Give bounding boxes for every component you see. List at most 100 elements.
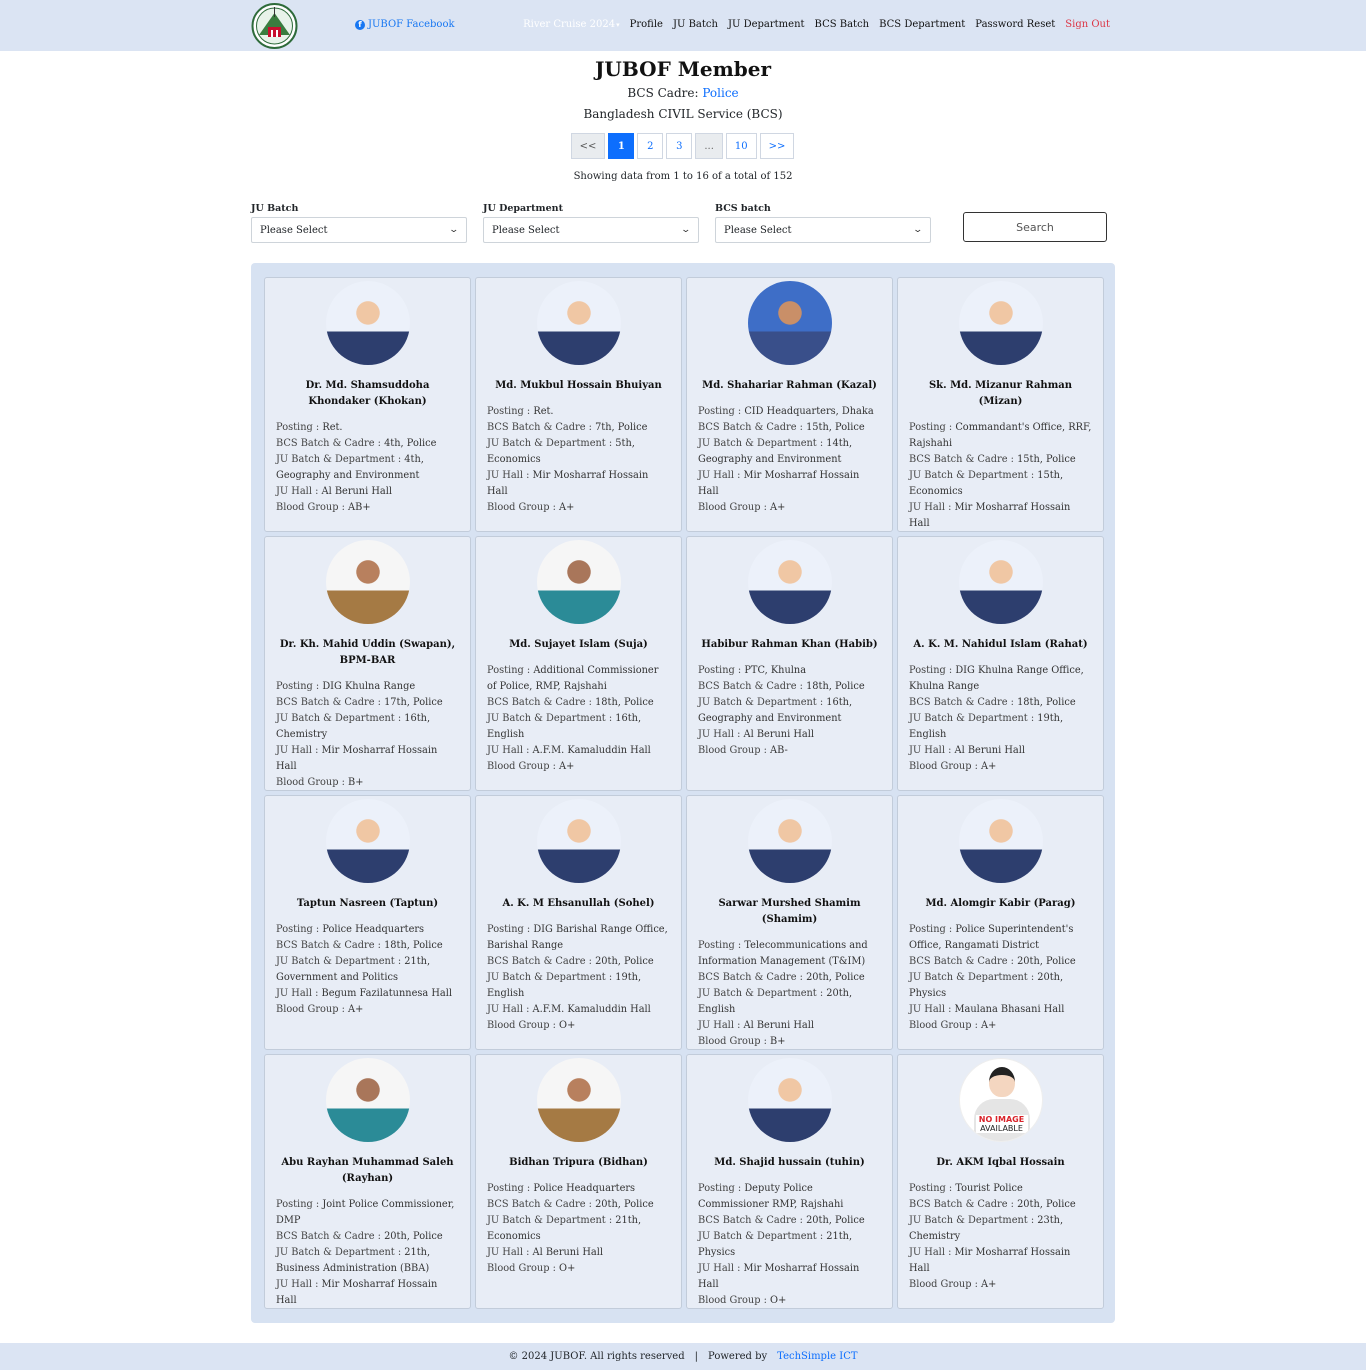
member-details: Posting : Telecommunications and Informa… <box>698 938 881 1049</box>
footer-powered-link[interactable]: TechSimple ICT <box>777 1351 857 1362</box>
nav-ju-batch[interactable]: JU Batch <box>673 19 718 30</box>
ju-batch-select[interactable]: Please Select ⌄ <box>251 217 467 243</box>
ju-department-select-value: Please Select <box>492 224 560 236</box>
pagination-page-1[interactable]: 1 <box>608 133 635 159</box>
nav-river-cruise-label: River Cruise 2024 <box>523 19 616 30</box>
facebook-link[interactable]: f JUBOF Facebook <box>355 19 455 30</box>
member-field-posting: Posting : Tourist Police <box>909 1181 1092 1197</box>
nav-password-reset[interactable]: Password Reset <box>975 19 1055 30</box>
field-label: JU Batch & Department : <box>276 956 402 967</box>
nav-sign-out[interactable]: Sign Out <box>1065 19 1110 30</box>
member-field-ju: JU Batch & Department : 16th, Geography … <box>698 695 881 727</box>
field-label: JU Batch & Department : <box>276 1247 402 1258</box>
bcs-batch-select[interactable]: Please Select ⌄ <box>715 217 931 243</box>
field-value: Ret. <box>533 406 554 417</box>
member-name: Sk. Md. Mizanur Rahman (Mizan) <box>928 380 1073 407</box>
member-details: Posting : Tourist Police BCS Batch & Cadr… <box>909 1181 1092 1293</box>
member-field-hall: JU Hall : Begum Fazilatunnesa Hall <box>276 986 459 1002</box>
member-details: Posting : DIG Barishal Range Office, Bar… <box>487 922 670 1034</box>
nav-ju-department[interactable]: JU Department <box>728 19 805 30</box>
field-label: BCS Batch & Cadre : <box>487 956 592 967</box>
pagination-next[interactable]: >> <box>759 133 795 159</box>
member-card: Dr. Md. Shamsuddoha Khondaker (Khokan) Po… <box>264 277 471 532</box>
no-image-line2: AVAILABLE <box>980 1124 1023 1133</box>
nav-bcs-department[interactable]: BCS Department <box>879 19 965 30</box>
member-field-ju: JU Batch & Department : 21th, Physics <box>698 1229 881 1261</box>
member-card: Md. Alomgir Kabir (Parag) Posting : Polic… <box>897 795 1104 1050</box>
field-label: Blood Group : <box>909 1020 978 1031</box>
member-field-blood: Blood Group : AB+ <box>276 500 459 516</box>
pagination-page-3[interactable]: 3 <box>666 133 693 159</box>
member-photo <box>536 799 621 883</box>
service-name: Bangladesh CIVIL Service (BCS) <box>583 107 783 121</box>
pagination-page-10[interactable]: 10 <box>725 133 757 159</box>
field-label: JU Batch & Department : <box>909 713 1035 724</box>
field-value: 18th, Police <box>1017 697 1076 708</box>
member-details: Posting : Deputy Police Commissioner RMP… <box>698 1181 881 1308</box>
field-value: A.F.M. Kamaluddin Hall <box>532 1004 651 1015</box>
field-value: Maulana Bhasani Hall <box>954 1004 1065 1015</box>
field-label: JU Batch & Department : <box>698 1231 824 1242</box>
search-button[interactable]: Search <box>963 212 1107 242</box>
field-value: Al Beruni Hall <box>954 745 1026 756</box>
member-field-posting: Posting : Police Headquarters <box>487 1181 670 1197</box>
field-label: Posting : <box>487 924 531 935</box>
member-field-ju: JU Batch & Department : 20th, Physics <box>909 970 1092 1002</box>
footer-powered-prefix: Powered by <box>708 1351 768 1362</box>
field-label: Blood Group : <box>487 502 556 513</box>
field-value: O+ <box>559 1263 576 1274</box>
field-value: B+ <box>770 1036 786 1047</box>
member-field-bcs: BCS Batch & Cadre : 15th, Police <box>698 420 881 436</box>
member-photo <box>958 281 1043 365</box>
field-value: 20th, Police <box>595 1199 654 1210</box>
member-photo <box>747 281 832 365</box>
field-label: JU Hall : <box>276 988 319 999</box>
field-value: Tourist Police <box>955 1183 1023 1194</box>
member-field-posting: Posting : Ret. <box>487 404 670 420</box>
member-field-blood: Blood Group : B+ <box>276 775 459 790</box>
member-name: Taptun Nasreen (Taptun) <box>296 898 439 909</box>
chevron-down-icon: ⌄ <box>680 225 692 235</box>
member-card: Md. Shajid hussain (tuhin) Posting : Depu… <box>686 1054 893 1309</box>
member-card: Dr. Kh. Mahid Uddin (Swapan), BPM-BAR Pos… <box>264 536 471 791</box>
cadre-link[interactable]: Police <box>702 86 738 100</box>
member-field-ju: JU Batch & Department : 20th, English <box>698 986 881 1018</box>
member-name: Habibur Rahman Khan (Habib) <box>701 639 878 650</box>
pagination-prev[interactable]: << <box>570 133 606 159</box>
member-photo <box>747 1058 832 1142</box>
field-label: Posting : <box>698 1183 742 1194</box>
footer-separator: | <box>694 1351 699 1362</box>
member-field-bcs: BCS Batch & Cadre : 20th, Police <box>698 1213 881 1229</box>
page-title: JUBOF Member <box>594 57 772 81</box>
field-label: JU Hall : <box>487 470 530 481</box>
field-value: O+ <box>559 1020 576 1031</box>
field-label: Posting : <box>698 665 742 676</box>
field-value: Begum Fazilatunnesa Hall <box>321 988 453 999</box>
member-field-posting: Posting : CID Headquarters, Dhaka <box>698 404 881 420</box>
field-label: BCS Batch & Cadre : <box>487 697 592 708</box>
nav-bcs-batch[interactable]: BCS Batch <box>815 19 870 30</box>
member-field-ju: JU Batch & Department : 21th, Business A… <box>276 1245 459 1277</box>
ju-department-select[interactable]: Please Select ⌄ <box>483 217 699 243</box>
member-field-bcs: BCS Batch & Cadre : 18th, Police <box>276 938 459 954</box>
member-field-blood: Blood Group : AB- <box>698 743 881 759</box>
member-field-posting: Posting : Police Superintendent's Office… <box>909 922 1092 954</box>
member-details: Posting : Commandant's Office, RRF, Rajs… <box>909 420 1092 531</box>
cadre-prefix: BCS Cadre: <box>627 86 699 100</box>
member-field-bcs: BCS Batch & Cadre : 18th, Police <box>698 679 881 695</box>
jubof-logo[interactable] <box>251 3 298 49</box>
nav-river-cruise-dropdown[interactable]: River Cruise 2024▾ <box>523 19 620 30</box>
member-name: Md. Sujayet Islam (Suja) <box>509 639 648 650</box>
member-field-hall: JU Hall : Mir Mosharraf Hossain Hall <box>487 468 670 500</box>
member-field-bcs: BCS Batch & Cadre : 20th, Police <box>909 954 1092 970</box>
pagination-page-2[interactable]: 2 <box>637 133 664 159</box>
field-label: Blood Group : <box>698 1295 767 1306</box>
field-label: Blood Group : <box>698 1036 767 1047</box>
member-photo <box>747 799 832 883</box>
field-label: JU Hall : <box>276 745 319 756</box>
field-label: JU Hall : <box>698 729 741 740</box>
member-field-blood: Blood Group : A+ <box>276 1002 459 1018</box>
field-label: Blood Group : <box>487 1263 556 1274</box>
member-card: A. K. M Ehsanullah (Sohel) Posting : DIG … <box>475 795 682 1050</box>
nav-profile[interactable]: Profile <box>630 19 663 30</box>
